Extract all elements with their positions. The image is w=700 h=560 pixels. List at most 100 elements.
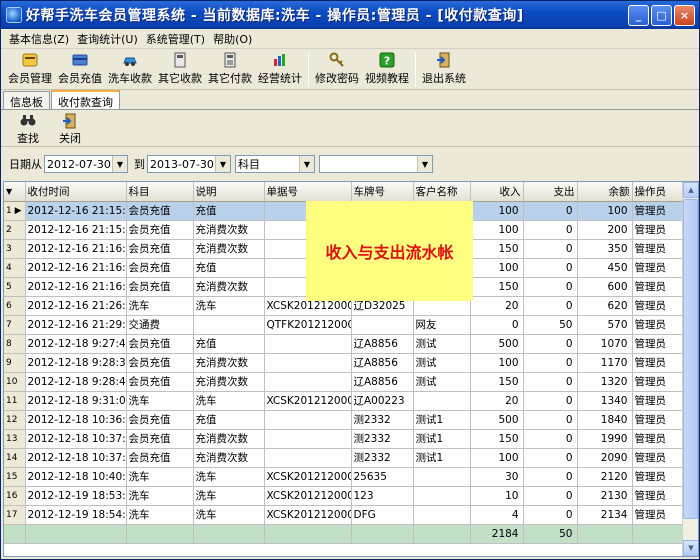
col-header-balance[interactable]: 余额 bbox=[577, 182, 633, 202]
table-cell: 2012-12-16 21:29:15 bbox=[25, 315, 127, 335]
row-number[interactable]: 16 bbox=[4, 486, 26, 506]
search-button[interactable]: 查找 bbox=[7, 111, 49, 146]
table-cell: 辽A8856 bbox=[351, 353, 414, 373]
scroll-down-button[interactable]: ▼ bbox=[683, 540, 698, 556]
table-row[interactable]: 9 2012-12-18 9:28:35 会员充值 充消费次数 辽A8856 测试 100 0… bbox=[4, 353, 685, 373]
col-header-customer[interactable]: 客户名称 bbox=[413, 182, 471, 202]
row-number[interactable]: 12 bbox=[4, 410, 26, 430]
table-cell: 0 bbox=[523, 220, 578, 240]
row-number[interactable]: 1 ▶ bbox=[4, 201, 26, 221]
table-cell: 洗车 bbox=[126, 505, 194, 525]
table-cell: 2012-12-16 21:26:08 bbox=[25, 296, 127, 316]
date-to-picker[interactable]: 2013-07-30 ▼ bbox=[147, 155, 231, 173]
field-select[interactable]: 科目 ▼ bbox=[235, 155, 315, 173]
chevron-down-icon[interactable]: ▼ bbox=[215, 156, 230, 172]
table-row[interactable]: 152012-12-18 10:40:39洗车洗车XCSK20121200032… bbox=[4, 467, 685, 487]
table-cell: 管理员 bbox=[632, 429, 685, 449]
col-header-subject[interactable]: 科目 bbox=[126, 182, 194, 202]
table-cell: 充值 bbox=[193, 334, 265, 354]
table-cell: 测试 bbox=[413, 334, 471, 354]
table-cell: 2012-12-16 21:15:56 bbox=[25, 220, 127, 240]
row-number[interactable]: 9 bbox=[4, 353, 26, 373]
chevron-down-icon[interactable]: ▼ bbox=[417, 156, 432, 172]
other-payment-button[interactable]: 其它付款 bbox=[205, 50, 255, 86]
header-row-indicator: ▼ bbox=[4, 182, 26, 202]
table-cell: 测试1 bbox=[413, 429, 471, 449]
table-row[interactable]: 162012-12-19 18:53:17洗车洗车XCSK20121200041… bbox=[4, 486, 685, 506]
business-statistics-button[interactable]: 经营统计 bbox=[255, 50, 305, 86]
chevron-down-icon[interactable]: ▼ bbox=[112, 156, 127, 172]
minimize-button[interactable]: _ bbox=[628, 5, 649, 26]
row-number[interactable]: 13 bbox=[4, 429, 26, 449]
video-tutorial-button[interactable]: ? 视频教程 bbox=[362, 50, 412, 86]
total-cell bbox=[413, 524, 471, 544]
car-wash-icon bbox=[122, 52, 138, 68]
table-cell: 100 bbox=[470, 258, 524, 278]
member-recharge-button[interactable]: 会员充值 bbox=[55, 50, 105, 86]
member-management-button[interactable]: 会员管理 bbox=[5, 50, 55, 86]
table-row[interactable]: 122012-12-18 10:36:25会员充值充值 测2332测试150001… bbox=[4, 410, 685, 430]
table-cell: 会员充值 bbox=[126, 372, 194, 392]
table-cell bbox=[413, 467, 471, 487]
table-row[interactable]: 8 2012-12-18 9:27:49 会员充值 充值 辽A8856 测试 500 0 107… bbox=[4, 334, 685, 354]
other-income-button[interactable]: 其它收款 bbox=[155, 50, 205, 86]
maximize-button[interactable]: □ bbox=[651, 5, 672, 26]
exit-icon bbox=[62, 113, 78, 129]
table-row[interactable]: 132012-12-18 10:37:07会员充值充消费次数 测2332测试115… bbox=[4, 429, 685, 449]
chevron-down-icon[interactable]: ▼ bbox=[299, 156, 314, 172]
change-password-button[interactable]: 修改密码 bbox=[312, 50, 362, 86]
col-header-income[interactable]: 收入 bbox=[470, 182, 524, 202]
row-number[interactable]: 10 bbox=[4, 372, 26, 392]
title-bar[interactable]: 好帮手洗车会员管理系统 - 当前数据库:洗车 - 操作员:管理员 - [收付款查… bbox=[1, 1, 699, 29]
row-number[interactable]: 2 bbox=[4, 220, 26, 240]
col-header-operator[interactable]: 操作员 bbox=[632, 182, 685, 202]
table-cell: 洗车 bbox=[126, 391, 194, 411]
close-button[interactable]: × bbox=[674, 5, 695, 26]
table-cell: 管理员 bbox=[632, 334, 685, 354]
svg-text:?: ? bbox=[384, 55, 390, 68]
menu-system-admin[interactable]: 系统管理(T) bbox=[142, 31, 209, 47]
table-cell: 2012-12-18 10:37:07 bbox=[25, 429, 127, 449]
table-cell bbox=[193, 315, 265, 335]
col-header-document-no[interactable]: 单据号 bbox=[264, 182, 352, 202]
value-select[interactable]: ▼ bbox=[319, 155, 433, 173]
col-header-time[interactable]: 收付时间 bbox=[25, 182, 127, 202]
vertical-scrollbar[interactable]: ▲ ▼ bbox=[682, 182, 698, 556]
table-cell: 2134 bbox=[577, 505, 633, 525]
menu-query-stats[interactable]: 查询统计(U) bbox=[73, 31, 142, 47]
row-number[interactable]: 11 bbox=[4, 391, 26, 411]
date-from-picker[interactable]: 2012-07-30 ▼ bbox=[44, 155, 128, 173]
row-number[interactable]: 7 bbox=[4, 315, 26, 335]
scroll-up-button[interactable]: ▲ bbox=[683, 182, 698, 198]
col-header-plate-no[interactable]: 车牌号 bbox=[351, 182, 414, 202]
tab-payment-query[interactable]: 收付款查询 bbox=[51, 90, 120, 109]
row-number[interactable]: 5 bbox=[4, 277, 26, 297]
row-number[interactable]: 4 bbox=[4, 258, 26, 278]
table-cell: 1840 bbox=[577, 410, 633, 430]
table-cell: 2012-12-16 21:16:01 bbox=[25, 239, 127, 259]
col-header-expense[interactable]: 支出 bbox=[523, 182, 578, 202]
exit-system-button[interactable]: 退出系统 bbox=[419, 50, 469, 86]
row-number[interactable]: 14 bbox=[4, 448, 26, 468]
row-number[interactable]: 17 bbox=[4, 505, 26, 525]
table-row[interactable]: 10 2012-12-18 9:28:49 会员充值 充消费次数 辽A8856 测试 150… bbox=[4, 372, 685, 392]
menu-help[interactable]: 帮助(O) bbox=[209, 31, 256, 47]
row-number[interactable]: 3 bbox=[4, 239, 26, 259]
row-number[interactable]: 6 bbox=[4, 296, 26, 316]
tab-info-board[interactable]: 信息板 bbox=[3, 91, 50, 109]
table-row[interactable]: 72012-12-16 21:29:15交通费 QTFK2012120001 网友0… bbox=[4, 315, 685, 335]
col-header-description[interactable]: 说明 bbox=[193, 182, 265, 202]
menu-basic-info[interactable]: 基本信息(Z) bbox=[5, 31, 73, 47]
table-row[interactable]: 112012-12-18 9:31:01洗车洗车XCSK2012120002辽A… bbox=[4, 391, 685, 411]
car-wash-payment-button[interactable]: 洗车收款 bbox=[105, 50, 155, 86]
close-query-button[interactable]: 关闭 bbox=[49, 111, 91, 146]
row-number[interactable]: 15 bbox=[4, 467, 26, 487]
table-row[interactable]: 172012-12-19 18:54:31洗车洗车XCSK2012120005D… bbox=[4, 505, 685, 525]
table-row[interactable]: 142012-12-18 10:37:12会员充值充消费次数 测2332测试110… bbox=[4, 448, 685, 468]
table-cell: 管理员 bbox=[632, 277, 685, 297]
row-number[interactable]: 8 bbox=[4, 334, 26, 354]
app-icon bbox=[6, 7, 22, 23]
total-cell bbox=[264, 524, 352, 544]
table-cell: 150 bbox=[470, 372, 524, 392]
scrollbar-thumb[interactable] bbox=[683, 199, 698, 519]
